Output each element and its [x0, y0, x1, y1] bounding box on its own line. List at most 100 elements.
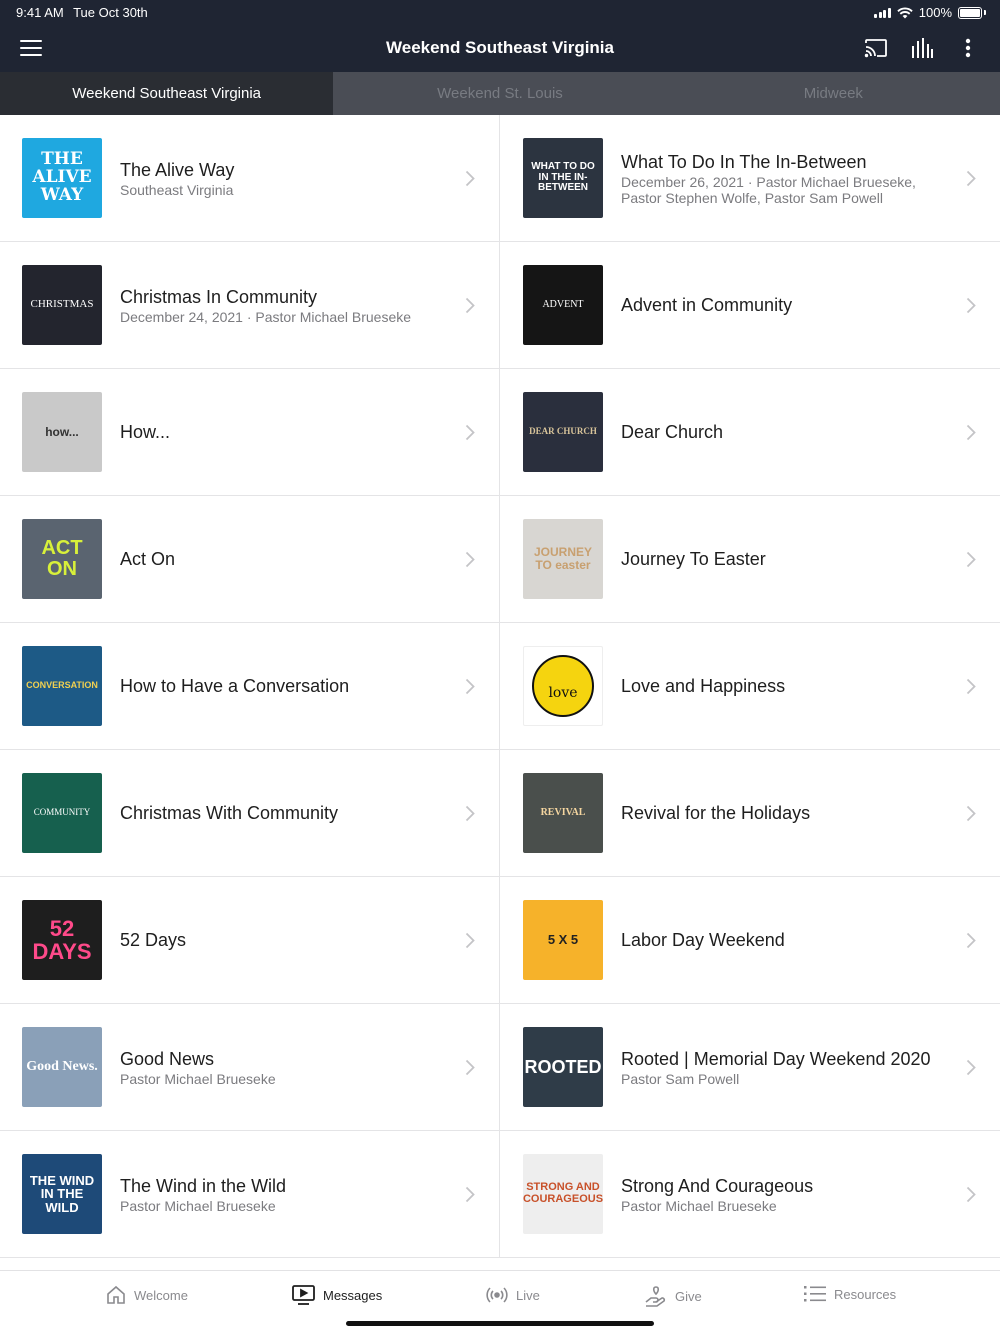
series-title: The Wind in the Wild [120, 1175, 287, 1196]
series-thumbnail: how... [22, 392, 102, 472]
chevron-right-icon [966, 1186, 976, 1203]
series-title: Revival for the Holidays [621, 803, 811, 823]
chevron-right-icon [966, 805, 976, 822]
audio-bars-icon[interactable] [910, 36, 934, 60]
series-title: Christmas In Community [120, 286, 318, 307]
series-list-item[interactable]: 5 X 5 Labor Day Weekend [500, 877, 1000, 1004]
chevron-right-icon [465, 170, 475, 187]
broadcast-icon [486, 1287, 508, 1303]
series-list-item[interactable]: THE ALIVE WAY The Alive Way Southeast Virg… [0, 115, 500, 242]
chevron-right-icon [465, 297, 475, 314]
series-thumbnail: love [523, 646, 603, 726]
series-list-item[interactable]: DEAR CHURCH Dear Church [500, 369, 1000, 496]
series-list-item[interactable]: COMMUNITY Christmas With Community [0, 750, 500, 877]
series-list-item[interactable]: ACT ON Act On [0, 496, 500, 623]
series-subtitle: Pastor Michael Brueseke [621, 1197, 777, 1214]
series-thumbnail: COMMUNITY [22, 773, 102, 853]
series-title: 52 Days [120, 930, 187, 950]
series-list-item[interactable]: JOURNEY TO easter Journey To Easter [500, 496, 1000, 623]
nav-give-label: Give [675, 1288, 702, 1304]
series-title: Journey To Easter [621, 549, 766, 569]
status-bar: 9:41 AM Tue Oct 30th 100% [0, 0, 1000, 24]
series-thumbnail: THE ALIVE WAY [22, 138, 102, 218]
series-subtitle: December 24, 2021 · Pastor Michael Brues… [120, 308, 412, 325]
series-thumbnail: REVIVAL [523, 773, 603, 853]
series-thumbnail-text: CHRISTMAS [30, 298, 94, 311]
chevron-right-icon [966, 551, 976, 568]
series-thumbnail: ADVENT [523, 265, 603, 345]
series-title: Strong And Courageous [621, 1175, 814, 1196]
series-thumbnail-text: love [548, 685, 578, 701]
tab-weekend-st-louis[interactable]: Weekend St. Louis [333, 72, 666, 115]
give-hand-icon [645, 1286, 666, 1307]
chevron-right-icon [465, 551, 475, 568]
list-icon [804, 1286, 826, 1302]
battery-icon [958, 6, 982, 19]
battery-tip [984, 10, 986, 15]
battery-percent: 100% [918, 5, 952, 20]
series-list-item[interactable]: how... How... [0, 369, 500, 496]
more-vertical-icon[interactable] [956, 36, 980, 60]
series-list-item[interactable]: ROOTED Rooted | Memorial Day Weekend 2020… [500, 1004, 1000, 1131]
cast-icon[interactable] [864, 36, 888, 60]
chevron-right-icon [966, 170, 976, 187]
series-list-item[interactable]: love Love and Happiness [500, 623, 1000, 750]
series-thumbnail-text: COMMUNITY [33, 807, 91, 818]
series-title: Act On [120, 549, 176, 569]
series-thumbnail: 52 DAYS [22, 900, 102, 980]
nav-messages[interactable]: Messages [292, 1285, 382, 1305]
series-list-item[interactable]: CHRISTMAS Christmas In Community December … [0, 242, 500, 369]
series-title: Labor Day Weekend [621, 930, 785, 950]
series-title: Christmas With Community [120, 803, 339, 823]
series-grid: THE ALIVE WAY The Alive Way Southeast Virg… [0, 115, 1000, 1270]
series-thumbnail-text: how... [45, 424, 79, 439]
series-thumbnail: DEAR CHURCH [523, 392, 603, 472]
nav-welcome-label: Welcome [134, 1287, 188, 1303]
series-thumbnail-text: STRONG AND COURAGEOUS [523, 1181, 603, 1205]
series-list-item[interactable]: CONVERSATION How to Have a Conversation [0, 623, 500, 750]
series-list-item[interactable]: ADVENT Advent in Community [500, 242, 1000, 369]
series-subtitle: Pastor Michael Brueseke [120, 1197, 276, 1214]
wifi-icon [897, 6, 913, 18]
series-thumbnail: THE WIND IN THE WILD [22, 1154, 102, 1234]
series-thumbnail: ROOTED [523, 1027, 603, 1107]
series-title: Rooted | Memorial Day Weekend 2020 [621, 1048, 931, 1069]
status-date: Tue Oct 30th [73, 5, 148, 20]
nav-resources[interactable]: Resources [804, 1285, 896, 1303]
status-time: 9:41 AM [16, 5, 64, 20]
nav-live-label: Live [516, 1287, 540, 1303]
nav-give[interactable]: Give [645, 1285, 702, 1307]
series-list-item[interactable]: WHAT TO DO IN THE IN-BETWEEN What To Do I… [500, 115, 1000, 242]
series-list-item[interactable]: STRONG AND COURAGEOUS Strong And Courageo… [500, 1131, 1000, 1258]
series-thumbnail-text: DEAR CHURCH [529, 426, 597, 437]
series-thumbnail-text: ADVENT [542, 298, 584, 310]
nav-welcome[interactable]: Welcome [106, 1285, 188, 1305]
series-thumbnail: WHAT TO DO IN THE IN-BETWEEN [523, 138, 603, 218]
page-title: Weekend Southeast Virginia [386, 38, 614, 57]
app-header: Weekend Southeast Virginia [0, 24, 1000, 72]
series-title: Dear Church [621, 422, 724, 442]
chevron-right-icon [465, 424, 475, 441]
nav-live[interactable]: Live [486, 1285, 540, 1305]
tab-midweek[interactable]: Midweek [667, 72, 1000, 115]
series-list-item[interactable]: 52 DAYS 52 Days [0, 877, 500, 1004]
series-list-item[interactable]: REVIVAL Revival for the Holidays [500, 750, 1000, 877]
series-subtitle: December 26, 2021 · Pastor Michael Brues… [621, 173, 916, 206]
chevron-right-icon [465, 1186, 475, 1203]
series-thumbnail-text: WHAT TO DO IN THE IN-BETWEEN [531, 161, 595, 194]
chevron-right-icon [966, 932, 976, 949]
chevron-right-icon [966, 678, 976, 695]
series-thumbnail: JOURNEY TO easter [523, 519, 603, 599]
series-list-item[interactable]: THE WIND IN THE WILD The Wind in the Wild… [0, 1131, 500, 1258]
nav-messages-label: Messages [323, 1287, 383, 1303]
home-icon [107, 1285, 125, 1304]
series-thumbnail: Good News. [22, 1027, 102, 1107]
tab-weekend-southeast-virginia[interactable]: Weekend Southeast Virginia [0, 72, 334, 115]
series-title: How to Have a Conversation [120, 676, 350, 696]
series-list-item[interactable]: Good News. Good News Pastor Michael Bruese… [0, 1004, 500, 1131]
series-thumbnail: ACT ON [22, 519, 102, 599]
chevron-right-icon [966, 297, 976, 314]
chevron-right-icon [465, 932, 475, 949]
campus-tabs: Weekend Southeast Virginia Weekend St. L… [0, 72, 1000, 115]
series-thumbnail-text: REVIVAL [540, 806, 586, 818]
